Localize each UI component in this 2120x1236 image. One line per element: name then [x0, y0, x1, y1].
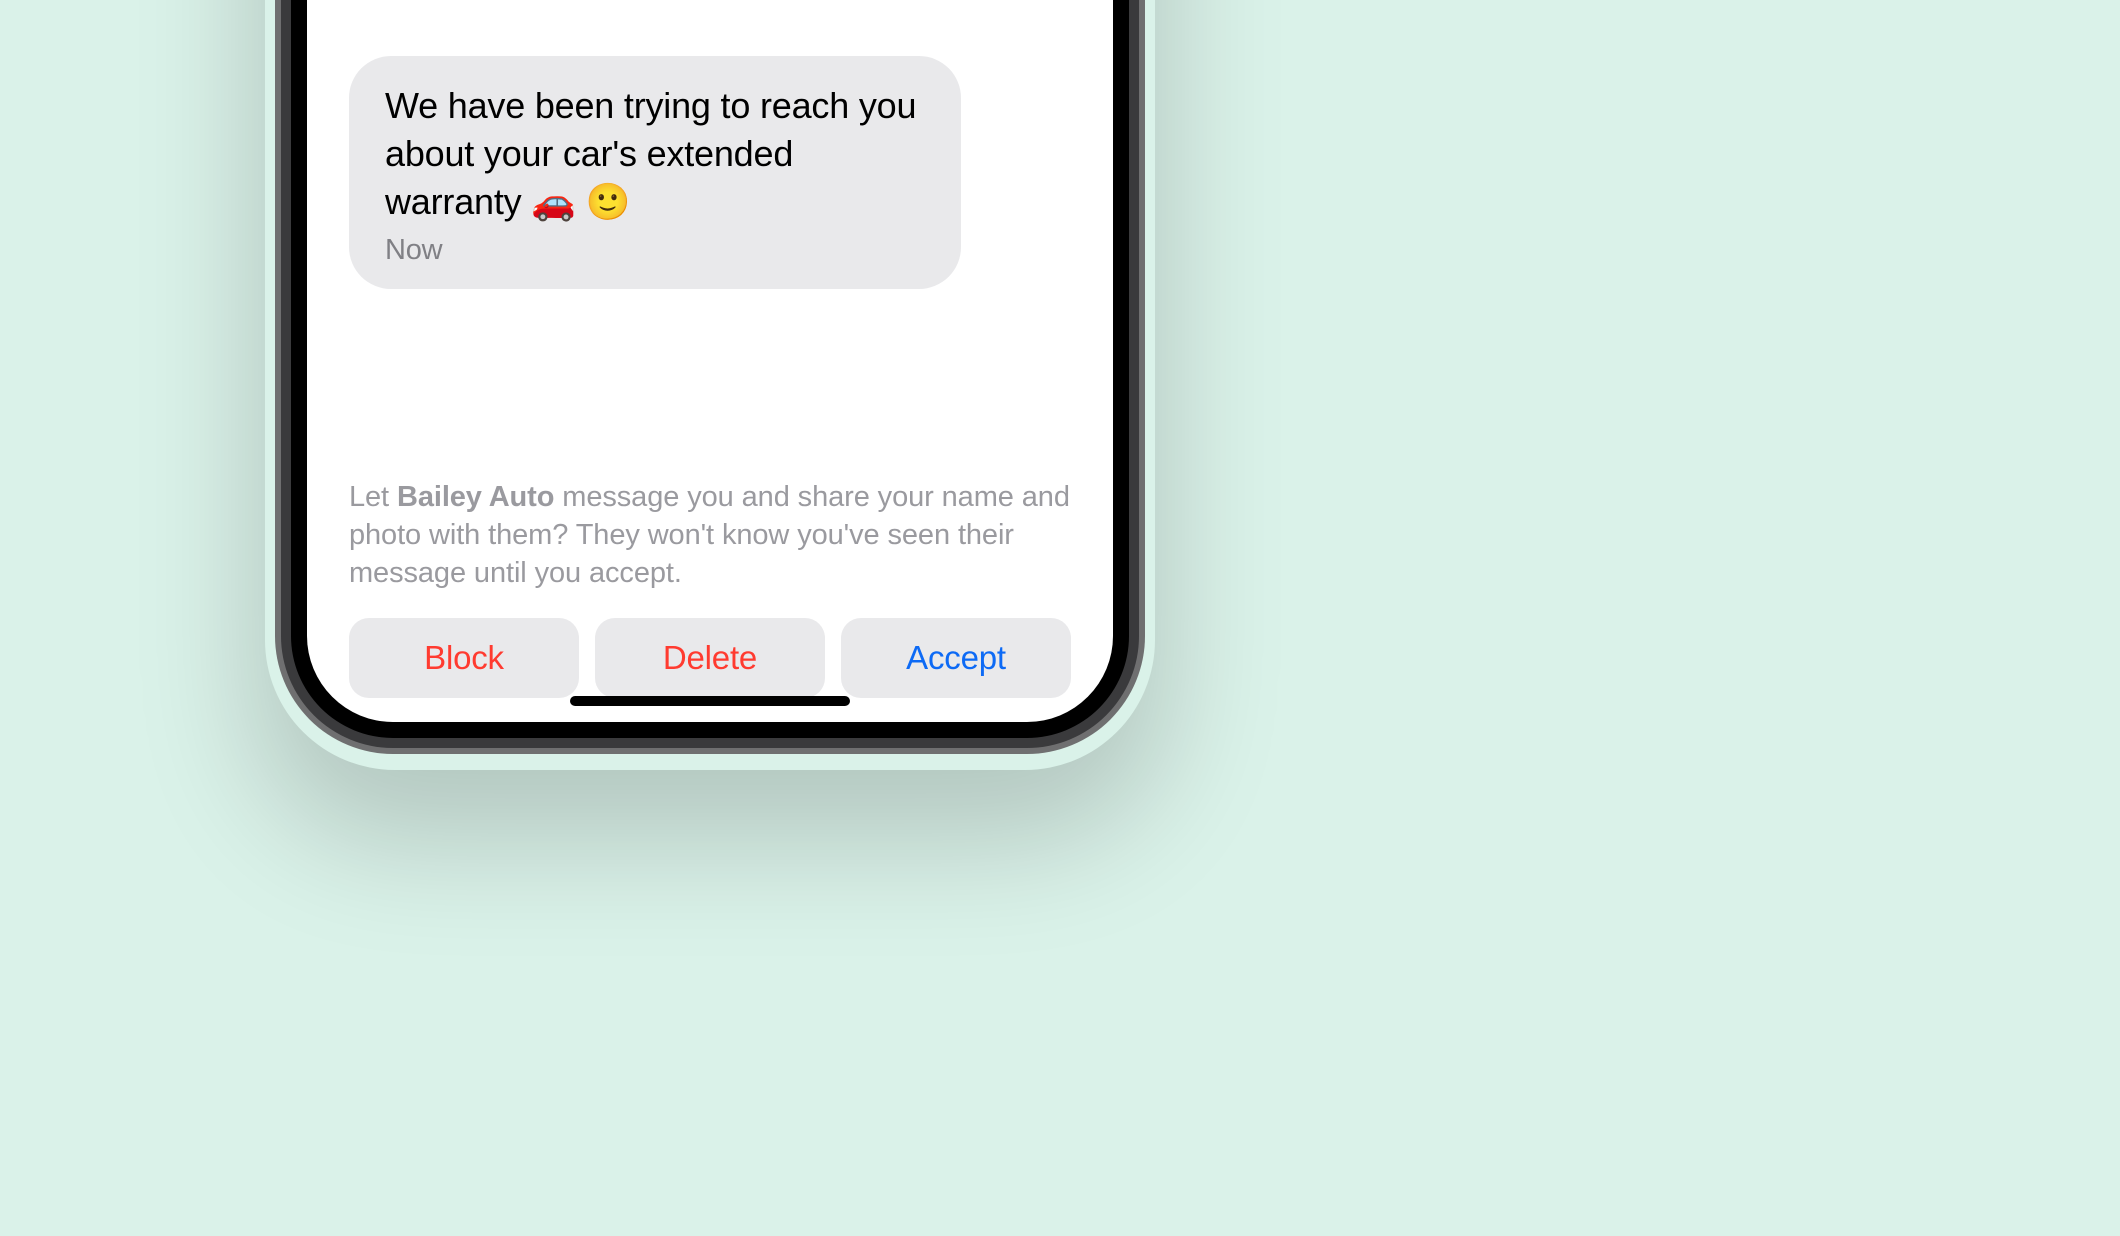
prompt-sender-name: Bailey Auto	[397, 481, 554, 513]
accept-button[interactable]: Accept	[841, 618, 1071, 698]
delete-button[interactable]: Delete	[595, 618, 825, 698]
prompt-prefix: Let	[349, 481, 397, 513]
message-timestamp: Now	[385, 234, 925, 267]
block-button[interactable]: Block	[349, 618, 579, 698]
home-indicator[interactable]	[570, 696, 850, 706]
unknown-sender-prompt: Let Bailey Auto message you and share yo…	[307, 478, 1113, 722]
message-text: We have been trying to reach you about y…	[385, 82, 925, 226]
message-list: We have been trying to reach you about y…	[307, 32, 1113, 289]
phone-screen: We have been trying to reach you about y…	[307, 0, 1113, 722]
prompt-description: Let Bailey Auto message you and share yo…	[349, 478, 1071, 592]
prompt-actions-row: Block Delete Accept	[349, 618, 1071, 698]
spacer	[307, 289, 1113, 478]
phone-frame-inner: We have been trying to reach you about y…	[291, 0, 1129, 738]
incoming-message-bubble[interactable]: We have been trying to reach you about y…	[349, 56, 961, 289]
phone-frame: We have been trying to reach you about y…	[275, 0, 1145, 754]
messages-screen-content: We have been trying to reach you about y…	[307, 32, 1113, 722]
phone-frame-mid: We have been trying to reach you about y…	[281, 0, 1139, 748]
